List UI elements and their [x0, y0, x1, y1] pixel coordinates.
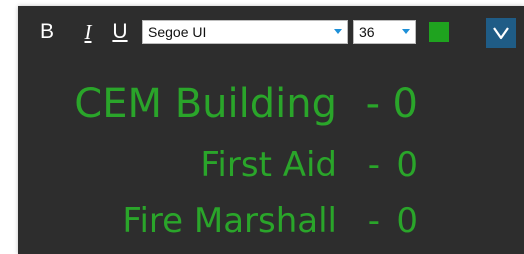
- dropdown-arrow-icon: [334, 29, 342, 34]
- font-family-select[interactable]: Segoe UI: [142, 20, 348, 44]
- dropdown-arrow-icon: [402, 29, 410, 34]
- format-toolbar: B I U Segoe UI 36: [18, 18, 524, 48]
- score-row: Fire Marshall - 0: [18, 199, 418, 243]
- score-row: First Aid - 0: [18, 143, 418, 187]
- collapse-button[interactable]: [486, 18, 516, 48]
- team-name: Fire Marshall: [122, 201, 337, 241]
- team-score: 0: [392, 81, 418, 127]
- text-color-swatch[interactable]: [429, 22, 449, 42]
- bold-button[interactable]: B: [38, 18, 56, 46]
- score-separator: -: [367, 145, 380, 185]
- underline-button[interactable]: U: [111, 18, 129, 46]
- font-family-value: Segoe UI: [148, 24, 207, 40]
- team-name: First Aid: [200, 145, 337, 185]
- chevron-down-icon: [493, 27, 509, 40]
- scoreboard-editor: B I U Segoe UI 36 CEM Building - 0 First…: [18, 6, 524, 254]
- score-separator: -: [367, 201, 380, 241]
- team-score: 0: [396, 201, 418, 241]
- italic-button[interactable]: I: [79, 18, 97, 46]
- score-separator: -: [365, 81, 380, 127]
- font-size-value: 36: [359, 24, 375, 40]
- team-name: CEM Building: [74, 81, 337, 127]
- font-size-select[interactable]: 36: [353, 20, 416, 44]
- score-row: CEM Building - 0: [18, 78, 418, 130]
- team-score: 0: [396, 145, 418, 185]
